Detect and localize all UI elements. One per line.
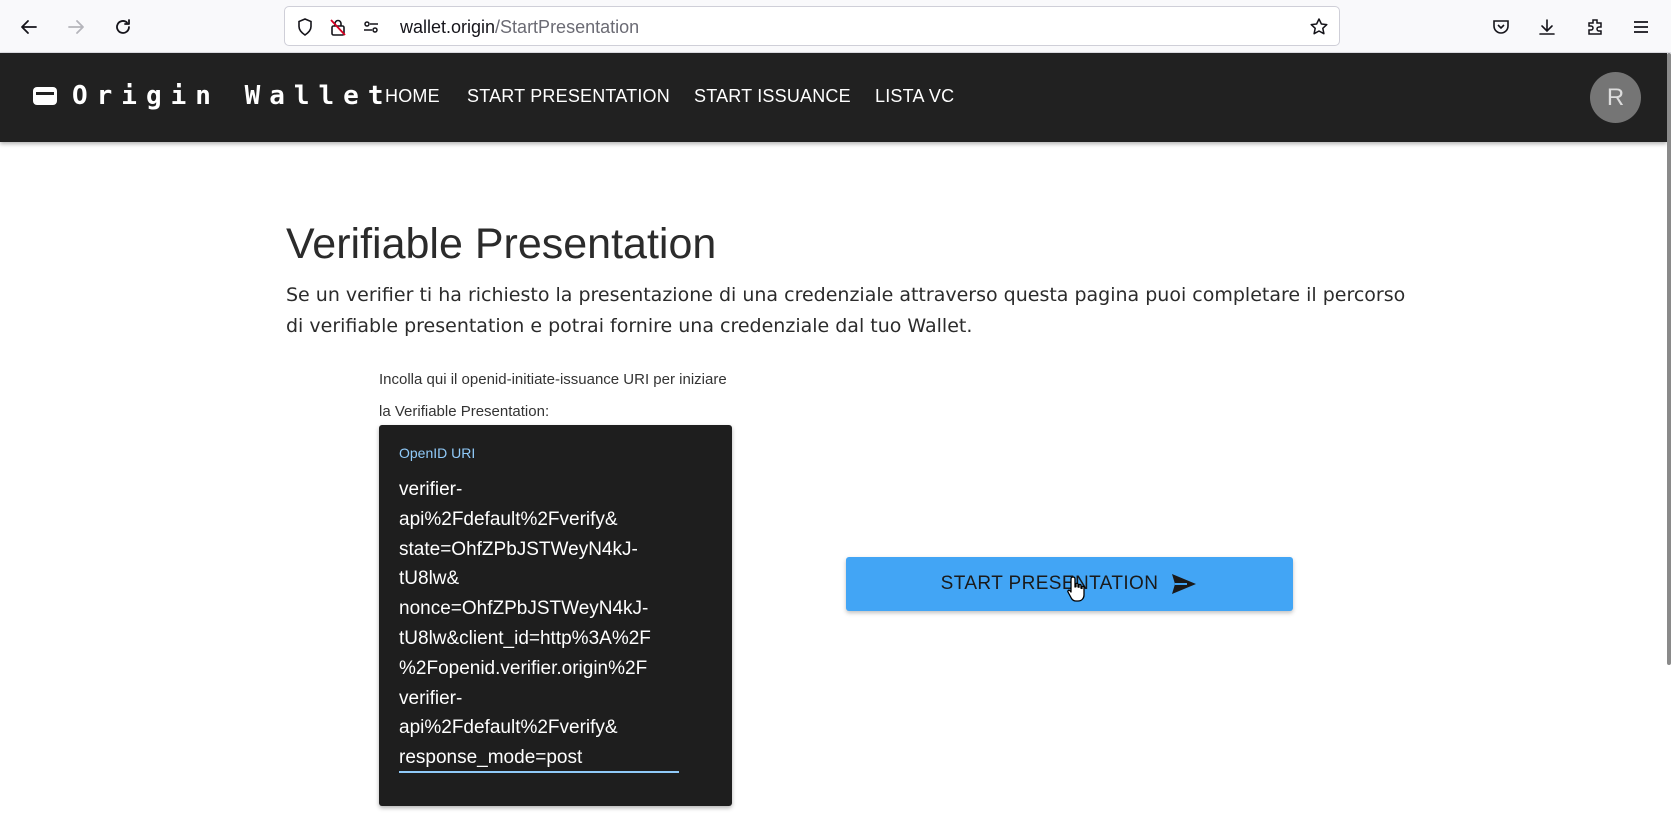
brand[interactable]: Origin Wallet — [32, 81, 393, 111]
nav-start-issuance[interactable]: START ISSUANCE — [694, 86, 851, 107]
url-text[interactable]: wallet.origin/StartPresentation — [400, 17, 639, 38]
nav-start-presentation[interactable]: START PRESENTATION — [467, 86, 670, 107]
uri-instructions: Incolla qui il openid-initiate-issuance … — [379, 371, 727, 420]
page-description: Se un verifier ti ha richiesto la presen… — [286, 284, 1406, 337]
avatar[interactable]: R — [1590, 72, 1641, 123]
downloads-icon[interactable] — [1530, 10, 1564, 44]
url-host: wallet.origin — [400, 17, 496, 37]
insecure-lock-icon[interactable] — [328, 17, 348, 37]
forward-icon[interactable] — [59, 10, 93, 44]
shield-icon[interactable] — [295, 17, 315, 37]
brand-name: Origin Wallet — [72, 81, 393, 111]
hand-cursor-icon — [1066, 575, 1088, 603]
bookmark-star-icon[interactable] — [1309, 17, 1329, 37]
extensions-icon[interactable] — [1578, 10, 1612, 44]
page-settings-icon[interactable] — [361, 17, 381, 37]
wallet-icon — [32, 85, 58, 107]
openid-uri-field[interactable]: OpenID URI verifier- api%2Fdefault%2Fver… — [379, 425, 732, 806]
start-presentation-label: START PRESENTATION — [940, 573, 1159, 594]
nav-home[interactable]: HOME — [385, 86, 440, 107]
hamburger-menu-icon[interactable] — [1624, 10, 1658, 44]
pocket-icon[interactable] — [1484, 10, 1518, 44]
send-icon — [1170, 572, 1198, 596]
url-path: /StartPresentation — [495, 17, 640, 37]
uri-textarea[interactable]: verifier- api%2Fdefault%2Fverify& state=… — [399, 475, 681, 773]
page-title: Verifiable Presentation — [286, 220, 717, 268]
back-icon[interactable] — [12, 10, 46, 44]
address-bar[interactable]: wallet.origin/StartPresentation — [284, 6, 1340, 46]
nav-lista-vc[interactable]: LISTA VC — [875, 86, 954, 107]
uri-field-underline — [399, 771, 679, 773]
page-scrollbar[interactable] — [1667, 53, 1671, 665]
browser-toolbar: wallet.origin/StartPresentation — [0, 0, 1671, 53]
reload-icon[interactable] — [106, 10, 140, 44]
uri-field-label: OpenID URI — [399, 445, 476, 461]
app-header: Origin Wallet HOME START PRESENTATION ST… — [0, 53, 1667, 142]
